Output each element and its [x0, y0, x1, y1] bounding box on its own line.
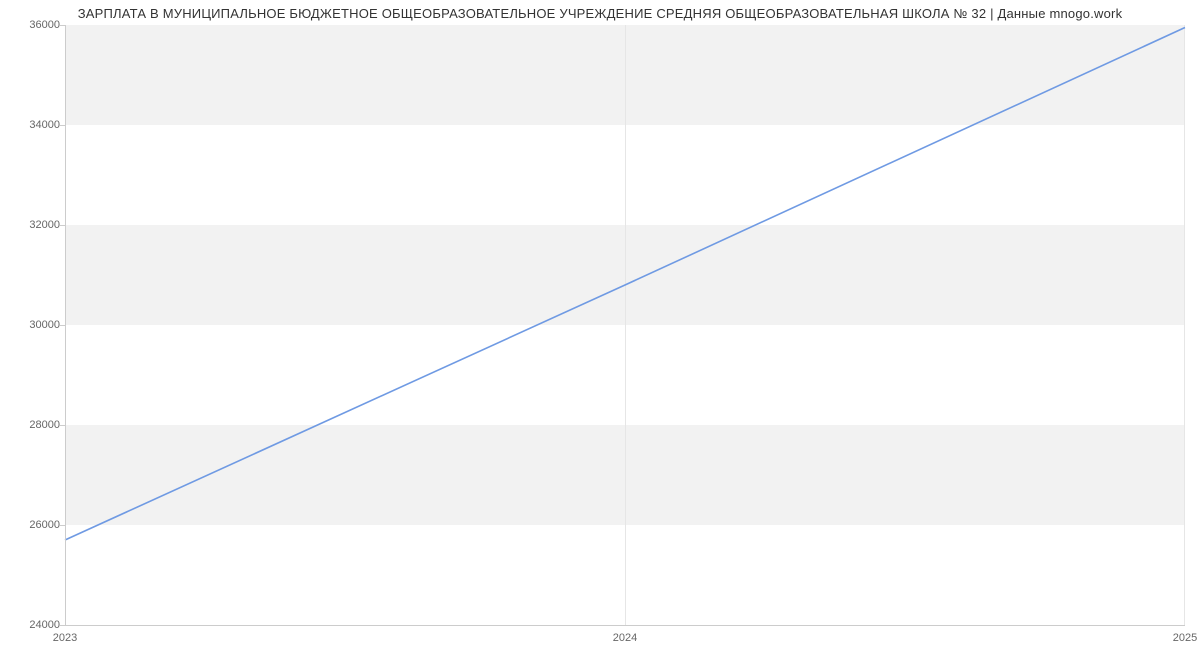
y-tick-mark [60, 425, 65, 426]
plot-area [65, 25, 1185, 625]
y-tick-mark [60, 325, 65, 326]
chart-title: ЗАРПЛАТА В МУНИЦИПАЛЬНОЕ БЮДЖЕТНОЕ ОБЩЕО… [0, 6, 1200, 21]
y-tick-label: 28000 [0, 419, 60, 431]
x-tick-label: 2025 [1173, 632, 1197, 644]
y-tick-label: 32000 [0, 219, 60, 231]
y-axis-line [65, 25, 66, 625]
x-tick-label: 2024 [613, 632, 637, 644]
y-tick-mark [60, 525, 65, 526]
y-tick-mark [60, 225, 65, 226]
y-tick-label: 26000 [0, 519, 60, 531]
y-tick-mark [60, 125, 65, 126]
y-tick-label: 36000 [0, 19, 60, 31]
y-tick-label: 34000 [0, 119, 60, 131]
y-tick-label: 24000 [0, 619, 60, 631]
line-series [65, 25, 1185, 625]
y-tick-mark [60, 25, 65, 26]
x-tick-label: 2023 [53, 632, 77, 644]
y-tick-mark [60, 625, 65, 626]
x-axis-line [65, 625, 1185, 626]
y-tick-label: 30000 [0, 319, 60, 331]
